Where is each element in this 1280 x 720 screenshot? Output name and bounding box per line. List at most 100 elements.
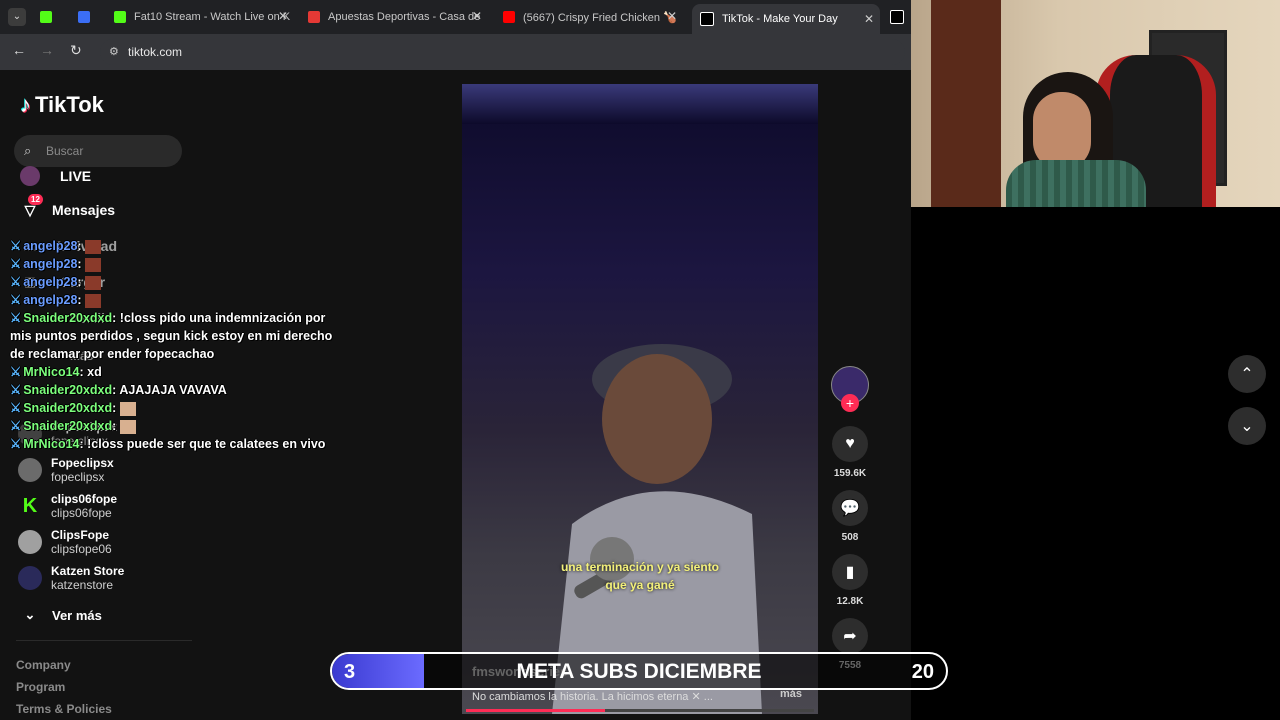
chat-message: ⚔ MrNico14: xd [10, 365, 102, 379]
heart-icon: ♥ [832, 426, 868, 462]
stream-chat-overlay: ⚔ angelp28: ⚔ angelp28: ⚔ angelp28: ⚔ angelp… [10, 237, 350, 453]
browser-tab[interactable] [890, 6, 908, 28]
see-more-label: Ver más [52, 607, 102, 623]
tab-title: TikTok - Make Your Day [722, 13, 838, 25]
sidebar-item-label: LIVE [60, 168, 92, 184]
url-text: tiktok.com [128, 45, 183, 59]
chat-message: ⚔ angelp28: [10, 237, 350, 255]
chat-emote [85, 239, 102, 254]
door-frame [931, 0, 1001, 207]
back-icon[interactable]: ← [12, 42, 26, 58]
video-description: No cambiamos la historia. La hicimos ete… [472, 691, 713, 703]
comment-icon: 💬 [832, 490, 868, 526]
close-tab-icon[interactable]: ✕ [278, 9, 288, 23]
kick-favicon-icon [114, 11, 126, 23]
footer-link-company[interactable]: Company [16, 658, 71, 672]
browser-tab[interactable]: (5667) Crispy Fried Chicken 🍗 ✕ [503, 6, 683, 28]
next-video-button[interactable]: ⌄ [1228, 407, 1266, 445]
tab-title: Fat10 Stream - Watch Live on K [134, 11, 291, 23]
following-account[interactable]: ClipsFope clipsfope06 [18, 528, 112, 556]
subs-goal-bar: 3 META SUBS DICIEMBRE 20 [330, 652, 948, 690]
streamer-face [1033, 92, 1091, 170]
chat-username: Snaider20xdxd [23, 419, 113, 433]
logo-text: TikTok [35, 92, 104, 117]
search-input[interactable]: ⌕ Buscar [14, 135, 182, 167]
chevron-up-icon: ⌃ [1240, 366, 1254, 383]
following-account[interactable]: Fopeclipsx fopeclipsx [18, 456, 114, 484]
tiktok-logo[interactable]: ♪ TikTok [20, 92, 104, 118]
site-info-icon[interactable]: ⚙ [109, 39, 119, 65]
chat-username: Snaider20xdxd [23, 383, 113, 397]
avatar [18, 530, 42, 554]
like-button[interactable]: ♥ 159.6K [830, 426, 870, 479]
avatar [18, 566, 42, 590]
author-avatar-button[interactable]: + [830, 366, 870, 412]
chat-message: ⚔ Snaider20xdxd: !closs pido una indemniz… [10, 311, 333, 361]
goal-target-count: 20 [911, 661, 934, 683]
message-icon: ▽ 12 [20, 194, 43, 220]
chat-message: ⚔ MrNico14: !closs puede ser que te calat… [10, 437, 326, 451]
footer-link-program[interactable]: Program [16, 680, 65, 694]
tab-title: Apuestas Deportivas - Casa de [328, 11, 481, 23]
chat-username: angelp28 [23, 275, 78, 289]
see-more-button[interactable]: ⌄ Ver más [20, 605, 102, 625]
sword-badge-icon: ⚔ [10, 401, 22, 415]
url-field[interactable]: ⚙ tiktok.com [100, 39, 905, 65]
account-handle: fopeclipsx [51, 470, 105, 484]
sword-badge-icon: ⚔ [10, 293, 22, 307]
chat-username: angelp28 [23, 239, 78, 253]
tiktok-note-icon: ♪ [20, 92, 31, 117]
previous-video-button[interactable]: ⌃ [1228, 355, 1266, 393]
browser-tab-active[interactable]: TikTok - Make Your Day ✕ [692, 4, 880, 34]
following-account[interactable]: Katzen Store katzenstore [18, 564, 124, 592]
chat-message: ⚔ angelp28: [10, 255, 350, 273]
tiktok-favicon-icon [700, 12, 714, 26]
tab-list-dropdown-icon[interactable]: ⌄ [8, 8, 26, 26]
chat-username: Snaider20xdxd [23, 311, 113, 325]
chat-emote [119, 419, 136, 434]
like-count: 159.6K [833, 468, 867, 479]
account-handle: clipsfope06 [51, 542, 112, 556]
chat-username: angelp28 [23, 257, 78, 271]
video-progress-fill [466, 709, 606, 712]
footer-link-terms[interactable]: Terms & Policies [16, 702, 112, 716]
chat-emote [85, 275, 102, 290]
video-progress-bar[interactable] [466, 709, 814, 712]
following-account[interactable]: K clips06fope clips06fope [18, 492, 117, 520]
tiktok-favicon-icon [890, 10, 904, 24]
sword-badge-icon: ⚔ [10, 383, 22, 397]
close-tab-icon[interactable]: ✕ [472, 9, 482, 23]
chevron-down-icon: ⌄ [1240, 418, 1254, 435]
sidebar-item-messages[interactable]: ▽ 12 Mensajes [20, 194, 116, 220]
kick-avatar: K [18, 494, 42, 518]
chat-emote [85, 293, 102, 308]
close-tab-icon[interactable]: ✕ [667, 9, 677, 23]
browser-tab[interactable]: Apuestas Deportivas - Casa de ✕ [308, 6, 488, 28]
search-icon: ⌕ [24, 143, 32, 158]
app-favicon-icon [78, 11, 90, 23]
browser-tab[interactable]: Fat10 Stream - Watch Live on K ✕ [114, 6, 294, 28]
browser-tab-strip: ⌄ Fat10 Stream - Watch Live on K ✕ Apuest… [0, 0, 911, 34]
chat-text: xd [87, 365, 102, 379]
follow-plus-icon[interactable]: + [841, 394, 859, 412]
chat-emote [119, 401, 136, 416]
save-button[interactable]: ▮ 12.8K [830, 554, 870, 607]
comment-button[interactable]: 💬 508 [830, 490, 870, 543]
chat-message: ⚔ angelp28: [10, 273, 350, 291]
bookmark-icon: ▮ [832, 554, 868, 590]
browser-tab[interactable] [40, 6, 60, 28]
avatar [18, 458, 42, 482]
chat-username: MrNico14 [23, 437, 80, 451]
forward-icon[interactable]: → [40, 42, 54, 58]
browser-tab[interactable] [78, 6, 98, 28]
sidebar-item-live[interactable]: LIVE [20, 166, 91, 186]
webcam-overlay [911, 0, 1280, 207]
sword-badge-icon: ⚔ [10, 419, 22, 433]
goal-title: META SUBS DICIEMBRE [516, 660, 762, 683]
reload-icon[interactable]: ↻ [70, 42, 82, 59]
chat-emote [85, 257, 102, 272]
account-name: ClipsFope [51, 528, 110, 542]
close-tab-icon[interactable]: ✕ [864, 12, 874, 26]
sidebar-item-label: Mensajes [52, 202, 116, 218]
video-player[interactable]: una terminación y ya siento que ya gané … [462, 84, 818, 714]
